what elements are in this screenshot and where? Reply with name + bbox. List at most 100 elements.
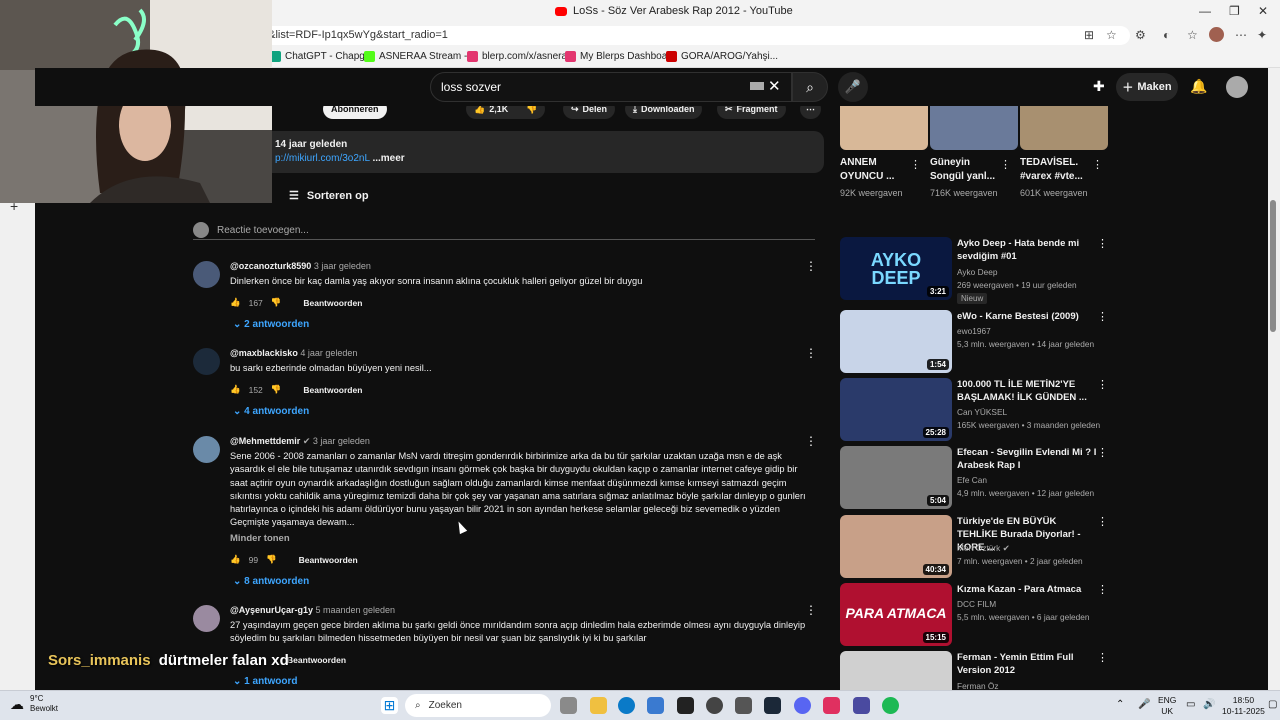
file-explorer-icon[interactable] [590,697,607,714]
voice-search-button[interactable]: 🎤 [838,72,868,102]
discord-icon[interactable] [794,697,811,714]
scrollbar-thumb[interactable] [1270,200,1276,332]
spotify-icon[interactable] [882,697,899,714]
replies-toggle[interactable]: ⌄ 1 antwoord [233,676,298,687]
thumbs-up-icon[interactable]: 👍 [230,297,241,308]
channel-name[interactable]: Ayko Deep [957,267,997,277]
account-avatar[interactable] [1226,76,1248,98]
minimize-icon[interactable]: — [1199,4,1211,18]
comment-author[interactable]: @Mehmettdemir [230,436,300,446]
store-icon[interactable] [647,697,664,714]
recommended-video[interactable]: Ferman - Yemin Ettim Full Version 2012 F… [840,651,1110,690]
video-thumbnail[interactable]: 25:28 [840,378,952,441]
reply-button[interactable]: Beantwoorden [287,655,346,665]
app-icon[interactable] [853,697,870,714]
short-thumbnail[interactable] [840,106,928,150]
notification-icon[interactable]: ▢ [1268,699,1277,710]
video-title[interactable]: Efecan - Sevgilin Evlendi Mi ? I Arabesk… [957,446,1097,472]
avatar[interactable] [193,348,220,375]
short-thumbnail[interactable] [1020,106,1108,150]
collections-icon[interactable]: ☆ [1187,28,1198,42]
page-scrollbar[interactable] [1268,68,1280,690]
video-menu-icon[interactable]: ⋮ [1097,651,1108,664]
avatar[interactable] [193,436,220,463]
volume-icon[interactable]: 🔊 [1203,699,1215,710]
video-menu-icon[interactable]: ⋮ [1097,237,1108,250]
task-view-icon[interactable] [560,697,577,714]
network-icon[interactable]: ▭ [1186,699,1195,710]
short-menu-icon[interactable]: ⋮ [1000,158,1011,171]
video-thumbnail[interactable]: PARA ATMACA 15:15 [840,583,952,646]
search-button[interactable]: ⌕ [792,72,828,102]
channel-name[interactable]: Mert Öztürk ✔ [957,543,1010,553]
favorite-star-icon[interactable]: ☆ [1106,28,1117,42]
description-link[interactable]: p://mikiurl.com/3o2nL [275,153,370,164]
clock[interactable]: 18:50 10-11-2025 [1222,695,1265,717]
app-icon[interactable] [823,697,840,714]
comment-author[interactable]: @AyşenurUçar-g1y [230,605,313,615]
channel-name[interactable]: DCC FILM [957,599,996,609]
browser-menu-icon[interactable]: ⋯ [1235,28,1247,42]
video-title[interactable]: Ferman - Yemin Ettim Full Version 2012 [957,651,1097,677]
thumbs-down-icon[interactable]: 👎 [271,384,282,395]
microphone-icon[interactable]: 🎤 [1138,699,1150,710]
channel-name[interactable]: Efe Can [957,475,987,485]
chevron-up-icon[interactable]: ⌃ [1116,699,1124,710]
reply-button[interactable]: Beantwoorden [303,298,362,308]
copilot-icon[interactable]: ✦ [1257,28,1267,42]
short-menu-icon[interactable]: ⋮ [1092,158,1103,171]
comment-menu-icon[interactable]: ⋮ [805,259,817,273]
show-more-link[interactable]: ...meer [372,153,404,164]
replies-toggle[interactable]: ⌄ 2 antwoorden [233,319,309,330]
keyboard-icon[interactable] [750,82,764,90]
replies-toggle[interactable]: ⌄ 4 antwoorden [233,406,309,417]
video-menu-icon[interactable]: ⋮ [1097,446,1108,459]
notifications-bell-icon[interactable]: 🔔 [1190,78,1207,95]
profile-avatar[interactable] [1209,27,1224,42]
url-field[interactable]: g&list=RDF-Ip1qx5wYg&start_radio=1 [250,26,1130,45]
thumbs-down-icon[interactable]: 👎 [266,554,277,565]
video-description[interactable]: 14 jaar geleden p://mikiurl.com/3o2nL ..… [258,131,824,173]
bookmark-blerps-dashboard[interactable]: My Blerps Dashboard [565,51,676,62]
weather-widget[interactable]: ☁ 9°C Bewolkt [10,694,58,714]
maximize-icon[interactable]: ❐ [1229,4,1240,18]
avatar[interactable] [193,261,220,288]
clear-search-icon[interactable]: ✕ [768,77,781,95]
windows-start-icon[interactable]: ⊞ [381,697,398,714]
obs-icon[interactable] [706,697,723,714]
video-title[interactable]: 100.000 TL İLE METİN2'YE BAŞLAMAK! İLK G… [957,378,1097,404]
video-thumbnail[interactable]: 1:54 [840,310,952,373]
comment-menu-icon[interactable]: ⋮ [805,346,817,360]
video-menu-icon[interactable]: ⋮ [1097,515,1108,528]
thumbs-up-icon[interactable]: 👍 [230,384,241,395]
video-menu-icon[interactable]: ⋮ [1097,378,1108,391]
comment-menu-icon[interactable]: ⋮ [805,603,817,617]
search-input[interactable]: loss sozver [430,72,792,102]
add-comment-box[interactable]: Reactie toevoegen... [193,222,815,240]
channel-name[interactable]: Can YÜKSEL [957,407,1007,417]
channel-name[interactable]: Ferman Öz [957,681,999,690]
premium-icon[interactable]: ✚ [1093,78,1105,95]
avatar[interactable] [193,605,220,632]
comment-author[interactable]: @ozcanozturk8590 [230,261,311,271]
create-button[interactable]: ＋ Maken [1116,73,1178,101]
video-menu-icon[interactable]: ⋮ [1097,583,1108,596]
bookmark-asneraa[interactable]: ASNERAA Stream -... [364,51,476,62]
reply-button[interactable]: Beantwoorden [299,555,358,565]
bookmark-blerp[interactable]: blerp.com/x/asneraa [467,51,573,62]
tracking-icon[interactable]: ◐ [1163,28,1170,42]
video-title[interactable]: Kızma Kazan - Para Atmaca [957,583,1097,596]
thumbs-up-icon[interactable]: 👍 [230,554,241,565]
app-icon[interactable]: ⊞ [1084,28,1094,42]
taskbar-search[interactable]: ⌕ Zoeken [405,694,551,717]
steam-icon[interactable] [764,697,781,714]
extension-icon[interactable]: ⚙ [1135,28,1146,42]
short-menu-icon[interactable]: ⋮ [910,158,921,171]
channel-name[interactable]: ewo1967 [957,326,991,336]
video-thumbnail[interactable]: AYKO DEEP 3:21 [840,237,952,300]
video-title[interactable]: eWo - Karne Bestesi (2009) [957,310,1097,323]
edge-browser-icon[interactable] [618,697,635,714]
short-thumbnail[interactable] [930,106,1018,150]
bookmark-chatgpt[interactable]: ChatGPT - Chapgpt [270,51,373,62]
language-indicator[interactable]: ENG UK [1158,695,1176,717]
